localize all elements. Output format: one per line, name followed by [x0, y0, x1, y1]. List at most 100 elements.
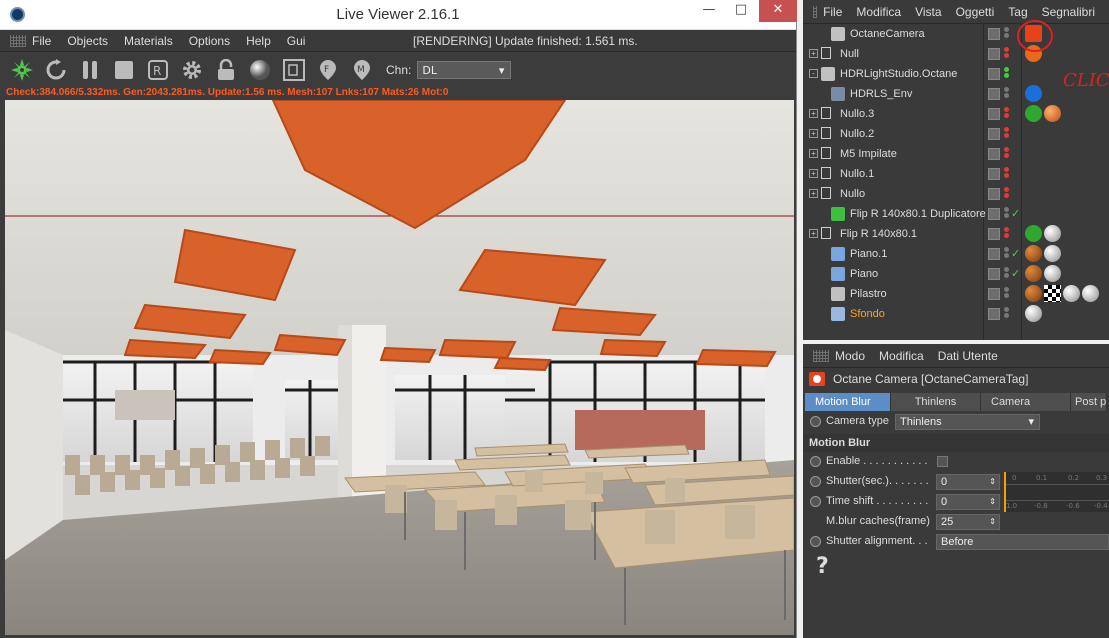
object-row[interactable]: Sfondo — [803, 304, 1109, 324]
tab-camera-imager[interactable]: Camera Imager — [981, 393, 1071, 426]
white-tag-icon[interactable] — [1044, 225, 1061, 242]
render-visibility-dot[interactable] — [1004, 133, 1009, 138]
enabled-check-icon[interactable]: ✓ — [1011, 267, 1020, 280]
radio-icon[interactable] — [810, 476, 821, 487]
object-row[interactable]: + Nullo.3 — [803, 104, 1109, 124]
visibility-dots[interactable] — [1004, 226, 1009, 239]
maximize-button[interactable]: □ — [727, 0, 755, 22]
checker-tag-icon[interactable] — [1044, 285, 1061, 302]
material-picker-icon[interactable]: M — [348, 56, 376, 84]
expand-toggle-icon[interactable]: + — [809, 109, 818, 118]
green-tag-icon[interactable] — [1025, 105, 1042, 122]
menu-file[interactable]: File — [823, 5, 842, 19]
enabled-check-icon[interactable]: ✓ — [1011, 207, 1020, 220]
visibility-dots[interactable] — [1004, 266, 1009, 279]
layer-icon[interactable] — [988, 228, 1000, 240]
settings-icon[interactable] — [178, 56, 206, 84]
editor-visibility-dot[interactable] — [1004, 187, 1009, 192]
octane-icon[interactable] — [8, 56, 36, 84]
object-row[interactable]: + Nullo.1 — [803, 164, 1109, 184]
layer-icon[interactable] — [988, 148, 1000, 160]
radio-icon[interactable] — [810, 456, 821, 467]
expand-toggle-icon[interactable]: + — [809, 189, 818, 198]
object-row[interactable]: + Nullo — [803, 184, 1109, 204]
multi-tag-icon[interactable] — [1025, 265, 1042, 282]
stepper-icon[interactable]: ⇕ — [989, 515, 996, 529]
menu-vista[interactable]: Vista — [915, 5, 941, 19]
visibility-dots[interactable] — [1004, 146, 1009, 159]
time-shift-input[interactable]: 0 ⇕ — [936, 494, 1000, 510]
film-region-icon[interactable] — [280, 56, 308, 84]
render-visibility-dot[interactable] — [1004, 153, 1009, 158]
render-visibility-dot[interactable] — [1004, 53, 1009, 58]
editor-visibility-dot[interactable] — [1004, 227, 1009, 232]
camera-type-select[interactable]: Thinlens ▾ — [895, 414, 1040, 430]
white-tag-icon[interactable] — [1082, 285, 1099, 302]
expand-toggle-icon[interactable]: + — [809, 229, 818, 238]
gray-tag-icon[interactable] — [1025, 305, 1042, 322]
object-row[interactable]: + Flip R 140x80.1 — [803, 224, 1109, 244]
layer-icon[interactable] — [988, 308, 1000, 320]
radio-icon[interactable] — [810, 496, 821, 507]
visibility-dots[interactable] — [1004, 26, 1009, 39]
render-visibility-dot[interactable] — [1004, 173, 1009, 178]
expand-toggle-icon[interactable]: + — [809, 129, 818, 138]
material-ball-icon[interactable] — [246, 56, 274, 84]
stop-icon[interactable] — [110, 56, 138, 84]
pause-icon[interactable] — [76, 56, 104, 84]
render-visibility-dot[interactable] — [1004, 313, 1009, 318]
layer-icon[interactable] — [988, 28, 1000, 40]
editor-visibility-dot[interactable] — [1004, 107, 1009, 112]
shutter-input[interactable]: 0 ⇕ — [936, 474, 1000, 490]
lock-icon[interactable] — [212, 56, 240, 84]
layer-icon[interactable] — [988, 248, 1000, 260]
object-row[interactable]: Piano ✓ — [803, 264, 1109, 284]
object-row[interactable]: + M5 Impilate — [803, 144, 1109, 164]
layer-icon[interactable] — [988, 168, 1000, 180]
shutter-alignment-select[interactable]: Before — [936, 534, 1109, 550]
expand-toggle-icon[interactable]: + — [809, 169, 818, 178]
caches-input[interactable]: 25 ⇕ — [936, 514, 1000, 530]
menu-oggetti[interactable]: Oggetti — [956, 5, 995, 19]
visibility-dots[interactable] — [1004, 186, 1009, 199]
menu-file[interactable]: File — [32, 34, 51, 48]
layer-icon[interactable] — [988, 268, 1000, 280]
visibility-dots[interactable] — [1004, 246, 1009, 259]
object-row[interactable]: Pilastro — [803, 284, 1109, 304]
white-tag-icon[interactable] — [1044, 245, 1061, 262]
editor-visibility-dot[interactable] — [1004, 27, 1009, 32]
green-tag-icon[interactable] — [1025, 225, 1042, 242]
radio-icon[interactable] — [810, 416, 821, 427]
visibility-dots[interactable] — [1004, 106, 1009, 119]
enable-checkbox[interactable] — [937, 456, 948, 467]
render-visibility-dot[interactable] — [1004, 33, 1009, 38]
multi-tag-icon[interactable] — [1025, 245, 1042, 262]
menu-modifica[interactable]: Modifica — [856, 5, 901, 19]
visibility-dots[interactable] — [1004, 166, 1009, 179]
menu-objects[interactable]: Objects — [67, 34, 108, 48]
editor-visibility-dot[interactable] — [1004, 287, 1009, 292]
enabled-check-icon[interactable]: ✓ — [1011, 247, 1020, 260]
object-row[interactable]: + Nullo.2 — [803, 124, 1109, 144]
radio-icon[interactable] — [810, 536, 821, 547]
visibility-dots[interactable] — [1004, 126, 1009, 139]
expand-toggle-icon[interactable]: - — [809, 69, 818, 78]
tab-thinlens[interactable]: Thinlens — [891, 393, 981, 411]
object-row[interactable]: Piano.1 ✓ — [803, 244, 1109, 264]
visibility-dots[interactable] — [1004, 206, 1009, 219]
render-viewport[interactable] — [5, 100, 794, 635]
layer-icon[interactable] — [988, 48, 1000, 60]
editor-visibility-dot[interactable] — [1004, 147, 1009, 152]
render-visibility-dot[interactable] — [1004, 253, 1009, 258]
render-visibility-dot[interactable] — [1004, 233, 1009, 238]
menu-materials[interactable]: Materials — [124, 34, 173, 48]
stepper-icon[interactable]: ⇕ — [989, 475, 996, 489]
menu-options[interactable]: Options — [189, 34, 230, 48]
orange-tag-icon[interactable] — [1044, 105, 1061, 122]
editor-visibility-dot[interactable] — [1004, 67, 1009, 72]
menu-modifica[interactable]: Modifica — [879, 349, 924, 363]
editor-visibility-dot[interactable] — [1004, 207, 1009, 212]
render-visibility-dot[interactable] — [1004, 293, 1009, 298]
render-visibility-dot[interactable] — [1004, 273, 1009, 278]
visibility-dots[interactable] — [1004, 286, 1009, 299]
